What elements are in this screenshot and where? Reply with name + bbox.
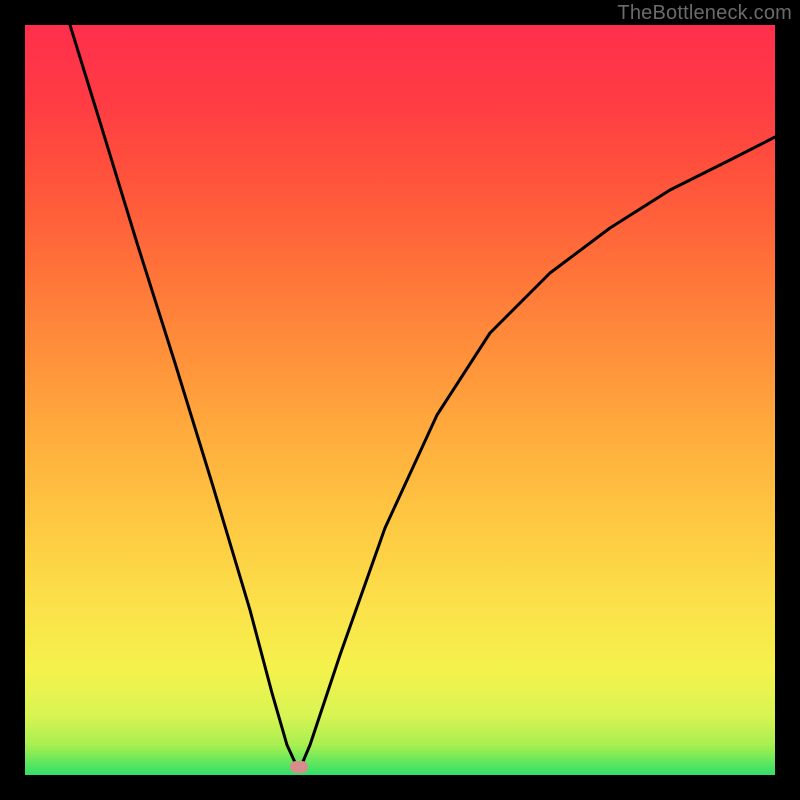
watermark-text: TheBottleneck.com <box>617 2 792 25</box>
bottleneck-curve <box>25 25 775 775</box>
chart-frame: TheBottleneck.com <box>0 0 800 800</box>
plot-area <box>25 25 775 775</box>
curve-path <box>70 25 775 771</box>
optimal-marker <box>290 761 308 773</box>
